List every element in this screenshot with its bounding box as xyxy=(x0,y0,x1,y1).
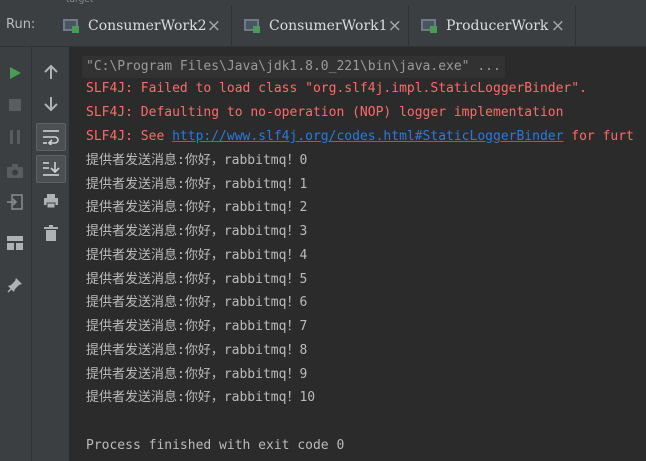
layout-icon[interactable] xyxy=(5,233,25,253)
arrow-down-icon[interactable] xyxy=(40,93,62,115)
scroll-to-end-icon[interactable] xyxy=(36,155,66,183)
output-line: 提供者发送消息:你好，rabbitmq！9 xyxy=(86,367,308,382)
output-line: 提供者发送消息:你好，rabbitmq！3 xyxy=(86,224,308,239)
run-actions-toolbar xyxy=(0,47,32,461)
exit-status-line: Process finished with exit code 0 xyxy=(86,438,345,453)
run-icon[interactable] xyxy=(5,63,25,83)
error-line-with-link: SLF4J: See http://www.slf4j.org/codes.ht… xyxy=(86,126,634,148)
run-tab-bar: Run: ConsumerWork2 × ConsumerWork1 × Pro… xyxy=(0,6,646,47)
pause-icon[interactable] xyxy=(5,127,25,147)
trash-icon[interactable] xyxy=(40,222,62,244)
console-toolbar xyxy=(32,47,70,461)
console-output[interactable]: "C:\Program Files\Java\jdk1.8.0_221\bin\… xyxy=(70,47,646,461)
slf4j-link[interactable]: http://www.slf4j.org/codes.html#StaticLo… xyxy=(172,129,563,144)
java-app-icon xyxy=(243,17,261,35)
arrow-up-icon[interactable] xyxy=(40,61,62,83)
close-icon[interactable]: × xyxy=(551,16,565,36)
java-app-icon xyxy=(420,17,438,35)
print-icon[interactable] xyxy=(40,190,62,212)
output-line: 提供者发送消息:你好，rabbitmq！10 xyxy=(86,390,316,405)
tab-title: ConsumerWork2 xyxy=(88,18,207,34)
output-line: 提供者发送消息:你好，rabbitmq！2 xyxy=(86,200,308,215)
command-line: "C:\Program Files\Java\jdk1.8.0_221\bin\… xyxy=(82,56,505,78)
output-line: 提供者发送消息:你好，rabbitmq！7 xyxy=(86,319,308,334)
output-line: 提供者发送消息:你好，rabbitmq！0 xyxy=(86,153,308,168)
soft-wrap-icon[interactable] xyxy=(36,123,66,151)
output-line: 提供者发送消息:你好，rabbitmq！4 xyxy=(86,248,308,263)
tab-title: ProducerWork xyxy=(446,18,549,34)
tab-producerwork[interactable]: ProducerWork × xyxy=(410,6,576,46)
output-line: 提供者发送消息:你好，rabbitmq！1 xyxy=(86,177,308,192)
header-fragment: target xyxy=(66,0,94,5)
java-app-icon xyxy=(62,17,80,35)
output-line: 提供者发送消息:你好，rabbitmq！5 xyxy=(86,272,308,287)
error-line: SLF4J: Failed to load class "org.slf4j.i… xyxy=(86,81,587,96)
tab-title: ConsumerWork1 xyxy=(269,18,388,34)
tab-consumerwork2[interactable]: ConsumerWork2 × xyxy=(52,6,232,46)
tab-consumerwork1[interactable]: ConsumerWork1 × xyxy=(233,6,409,46)
stop-icon[interactable] xyxy=(5,95,25,115)
error-line: SLF4J: Defaulting to no-operation (NOP) … xyxy=(86,105,564,120)
close-icon[interactable]: × xyxy=(388,16,402,36)
error-prefix: SLF4J: See xyxy=(86,129,173,144)
pin-icon[interactable] xyxy=(5,275,25,295)
camera-icon[interactable] xyxy=(5,161,25,181)
close-icon[interactable]: × xyxy=(207,16,221,36)
exit-icon[interactable] xyxy=(5,192,25,212)
output-line: 提供者发送消息:你好，rabbitmq！6 xyxy=(86,295,308,310)
error-suffix: for furt xyxy=(563,129,634,144)
run-label: Run: xyxy=(6,17,36,32)
output-line: 提供者发送消息:你好，rabbitmq！8 xyxy=(86,343,308,358)
